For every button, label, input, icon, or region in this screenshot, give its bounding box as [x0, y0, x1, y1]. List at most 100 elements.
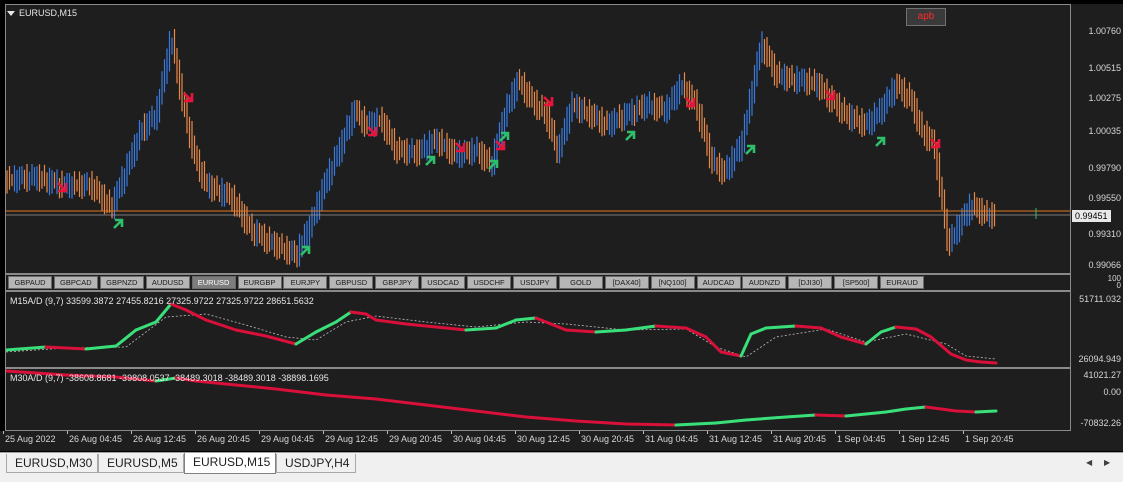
indicator1-segment [494, 318, 518, 330]
indicator2-segment [624, 422, 678, 427]
symbol-button[interactable]: GBPAUD [8, 276, 52, 289]
time-axis-label: 29 Aug 12:45 [325, 434, 379, 444]
price-axis-label: 1.00760 [1088, 26, 1121, 36]
time-axis-label: 1 Sep 12:45 [901, 434, 950, 444]
symbol-button[interactable]: GOLD [558, 276, 603, 289]
indicator1-segment [434, 325, 468, 332]
symbol-button[interactable]: AUDCAD [696, 276, 741, 289]
indicator1-segment [464, 326, 498, 332]
symbol-button[interactable]: EURAUD [880, 276, 925, 289]
price-axis-label: 1.00275 [1088, 93, 1121, 103]
indicator1-segment [404, 322, 438, 329]
time-axis-label: 26 Aug 20:45 [197, 434, 251, 444]
indicator1-segment [549, 322, 568, 332]
symbol-button[interactable]: [DAX40] [604, 276, 649, 289]
indicator2-pane[interactable]: M30A/D (9,7) -38608.8681 -39808.0537 -38… [5, 368, 1071, 431]
indicator1-signal-line [6, 313, 997, 360]
chart-window[interactable]: 1.00760 1.00515 1.00275 1.00035 0.99790 0.995… [0, 0, 1123, 452]
indicator2-segment [234, 383, 278, 391]
tab-scroll-right-icon[interactable]: ▶ [1104, 458, 1110, 467]
indicator2-segment [974, 409, 998, 414]
indicator2-segment [864, 410, 888, 416]
time-axis-label: 31 Aug 12:45 [709, 434, 763, 444]
indicator1-pane[interactable]: M15A/D (9,7) 33599.3872 27455.8216 27325… [5, 291, 1071, 368]
symbol-button[interactable]: USDJPY [512, 276, 557, 289]
buy-arrow-icon [425, 155, 436, 166]
time-axis-label: 25 Aug 2022 [5, 434, 56, 444]
time-axis-label: 26 Aug 12:45 [133, 434, 187, 444]
indicator2-segment [939, 407, 958, 413]
symbol-button[interactable]: GBPUSD [329, 276, 374, 289]
time-axis-label: 29 Aug 20:45 [389, 434, 443, 444]
apb-badge[interactable]: apb [906, 8, 946, 26]
time-axis-label: 30 Aug 04:45 [453, 434, 507, 444]
indicator2-segment [674, 421, 718, 427]
indicator2-segment [904, 405, 928, 411]
time-axis-tick [259, 431, 260, 434]
indicator2-segment [954, 409, 978, 414]
indicator1-segment [349, 310, 368, 316]
symbol-button[interactable]: [NQ100] [650, 276, 695, 289]
price-pane[interactable] [5, 4, 1071, 274]
symbol-button[interactable]: EURJPY [283, 276, 328, 289]
buy-arrow-icon [488, 159, 499, 170]
indicator2-segment [274, 387, 328, 397]
indicator1-segment [879, 325, 898, 334]
indicator1-axis: 51711.032 26094.949 [1071, 291, 1123, 368]
indicator2-segment [374, 397, 428, 407]
time-axis-tick [387, 431, 388, 434]
tab-scroll-left-icon[interactable]: ◀ [1086, 458, 1092, 467]
symbol-button[interactable]: EURUSD [191, 276, 236, 289]
indicator1-segment [764, 324, 798, 330]
chart-tab[interactable]: EURUSD,M5 [98, 454, 184, 473]
time-axis-tick [963, 431, 964, 434]
chart-tab[interactable]: EURUSD,M15 [184, 453, 276, 474]
price-axis-label: 1.00515 [1088, 63, 1121, 73]
indicator1-segment [894, 325, 918, 331]
price-axis-label: 1.00035 [1088, 126, 1121, 136]
price-axis-label: 0.99550 [1088, 193, 1121, 203]
time-axis-tick [707, 431, 708, 434]
time-axis-tick [3, 431, 4, 434]
indicator1-segment [964, 358, 983, 364]
symbol-button[interactable]: GBPCAD [53, 276, 98, 289]
price-chart[interactable] [6, 5, 1070, 273]
indicator2-segment [924, 405, 943, 411]
symbol-button[interactable]: [DJI30] [788, 276, 833, 289]
chart-title-text: EURUSD,M15 [19, 8, 78, 18]
chart-tab[interactable]: USDJPY,H4 [276, 454, 356, 473]
indicator1-segment [749, 326, 768, 336]
buy-arrow-icon [499, 131, 510, 142]
indicator1-segment [364, 312, 378, 322]
time-axis-label: 26 Aug 04:45 [69, 434, 123, 444]
collapse-triangle-icon[interactable] [7, 11, 15, 17]
indicator2-segment [714, 418, 748, 425]
chart-tab[interactable]: EURUSD,M30 [6, 454, 98, 473]
time-axis-tick [67, 431, 68, 434]
symbol-bar: GBPAUD GBPCAD GBPNZD AUDUSD EURUSD EURGBP EURJ… [5, 276, 1071, 290]
indicator2-segment [324, 393, 378, 401]
time-axis-label: 1 Sep 04:45 [837, 434, 886, 444]
symbol-button[interactable]: [SP500] [834, 276, 879, 289]
indicator2-axis-mid: 0.00 [1103, 387, 1121, 397]
indicator1-segment [979, 360, 998, 365]
time-axis-tick [899, 431, 900, 434]
symbol-button[interactable]: USDCHF [467, 276, 511, 289]
chart-tab-bar: ◀ ▶ EURUSD,M30 EURUSD,M5 EURUSD,M15 USDJPY,… [0, 452, 1123, 482]
symbol-button[interactable]: USDCAD [421, 276, 466, 289]
indicator1-segment [44, 345, 88, 351]
symbol-button[interactable]: GBPNZD [99, 276, 144, 289]
indicator1-segment [564, 328, 598, 334]
symbol-button[interactable]: AUDUSD [145, 276, 190, 289]
current-price-tag: 0.99451 [1072, 210, 1111, 222]
symbol-button[interactable]: EURGBP [237, 276, 282, 289]
time-axis-label: 31 Aug 20:45 [773, 434, 827, 444]
time-axis-label: 29 Aug 04:45 [261, 434, 315, 444]
symbol-button[interactable]: AUDNZD [742, 276, 787, 289]
indicator1-segment [739, 332, 753, 358]
time-axis-label: 30 Aug 12:45 [517, 434, 571, 444]
time-axis-tick [835, 431, 836, 434]
indicator2-segment [884, 407, 908, 414]
indicator1-segment [719, 350, 743, 358]
symbol-button[interactable]: GBPJPY [375, 276, 420, 289]
